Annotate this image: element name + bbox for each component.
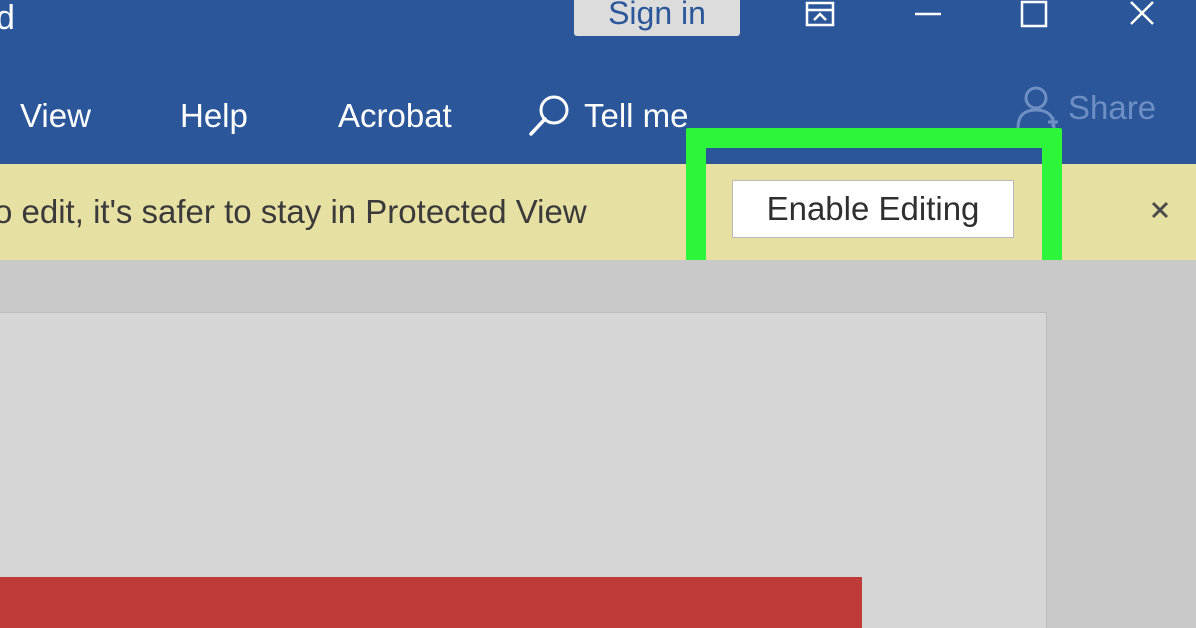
close-message-bar-button[interactable] — [1144, 194, 1176, 226]
red-content-block — [0, 577, 862, 628]
tab-view[interactable]: View — [20, 96, 91, 136]
title-bar: d Sign in — [0, 0, 1196, 72]
sign-in-button[interactable]: Sign in — [574, 0, 740, 36]
word-window: d Sign in View Help Acrobat Tell me Shar… — [0, 0, 1196, 628]
person-icon — [1016, 86, 1058, 129]
close-icon — [1130, 1, 1154, 25]
ribbon-display-options-button[interactable] — [792, 0, 848, 34]
share-button[interactable]: Share — [1014, 84, 1156, 132]
search-icon — [529, 95, 569, 136]
close-icon — [1151, 201, 1169, 219]
document-area — [0, 260, 1196, 628]
close-window-button[interactable] — [1114, 0, 1170, 34]
tell-me-search[interactable]: Tell me — [526, 92, 689, 140]
app-title: d — [0, 0, 15, 37]
maximize-button[interactable] — [1006, 0, 1062, 34]
document-page[interactable] — [0, 312, 1047, 628]
tell-me-label: Tell me — [584, 97, 689, 134]
tab-acrobat[interactable]: Acrobat — [338, 96, 452, 136]
minimize-icon — [915, 12, 941, 16]
tab-help[interactable]: Help — [180, 96, 248, 136]
minimize-button[interactable] — [900, 0, 956, 34]
ribbon-display-options-icon — [805, 1, 835, 27]
maximize-icon — [1020, 0, 1048, 28]
share-label: Share — [1068, 89, 1157, 126]
protected-view-message: o edit, it's safer to stay in Protected … — [0, 193, 587, 230]
